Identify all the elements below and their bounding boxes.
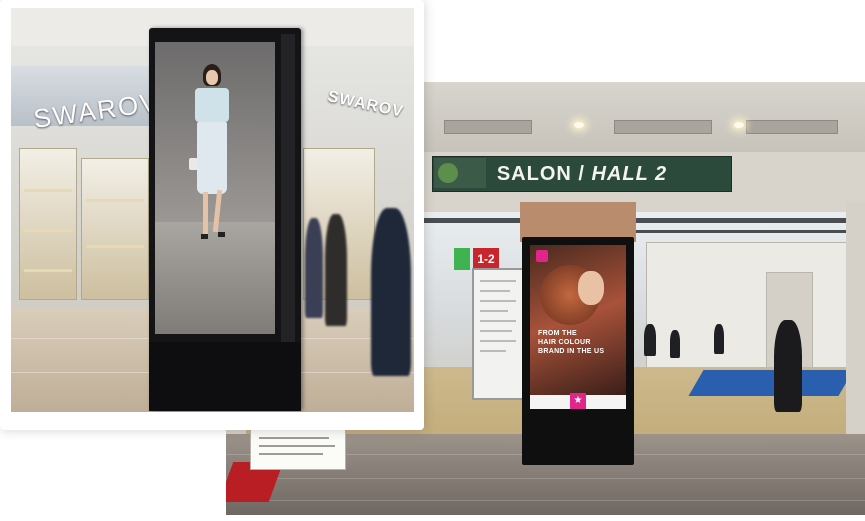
agac-logo-sign — [434, 158, 486, 188]
stand-number-sign: 1-2 — [473, 248, 499, 270]
totem-footer: ★ — [530, 393, 626, 409]
floor-placard — [250, 426, 346, 470]
exhibition-stand — [646, 242, 848, 384]
totem-ad-text: FROM THE HAIR COLOUR BRAND IN THE US — [538, 330, 605, 355]
store-sign-band: SWAROVSKI — [11, 66, 209, 134]
model-top — [195, 88, 229, 122]
truss — [606, 230, 865, 233]
digital-totem-display — [149, 28, 301, 411]
ceiling-light — [734, 122, 744, 128]
shop-window — [81, 158, 149, 300]
model-skirt — [197, 122, 227, 194]
blue-carpet — [688, 370, 854, 396]
mall-photo-card: SWAROVSKI SWAROV — [0, 0, 424, 430]
walking-woman — [774, 320, 802, 412]
visitor — [644, 324, 656, 356]
ceiling-vent — [444, 120, 532, 134]
ceiling-light — [574, 122, 584, 128]
brand-badge-icon — [536, 250, 548, 262]
green-board — [454, 248, 470, 270]
shopper — [305, 218, 323, 318]
visitor — [670, 330, 680, 358]
model-face — [578, 271, 604, 305]
handbag — [189, 158, 198, 170]
totem-screen-fashion-ad — [155, 42, 275, 334]
info-board — [472, 268, 526, 400]
visitor — [714, 324, 724, 354]
totem-base — [149, 342, 301, 411]
shopper — [325, 214, 347, 326]
ceiling-vent — [746, 120, 838, 134]
digital-totem-display: FROM THE HAIR COLOUR BRAND IN THE US ★ — [522, 237, 634, 465]
ceiling-vent — [614, 120, 712, 134]
blurred-shopper — [371, 208, 411, 376]
star-icon: ★ — [570, 393, 586, 409]
tree-logo-icon — [438, 163, 458, 183]
shop-window — [19, 148, 77, 300]
model-face — [206, 70, 218, 85]
column-top — [520, 202, 636, 242]
totem-screen-hair-ad: FROM THE HAIR COLOUR BRAND IN THE US ★ — [530, 245, 626, 409]
mall-photo: SWAROVSKI SWAROV — [11, 8, 414, 412]
